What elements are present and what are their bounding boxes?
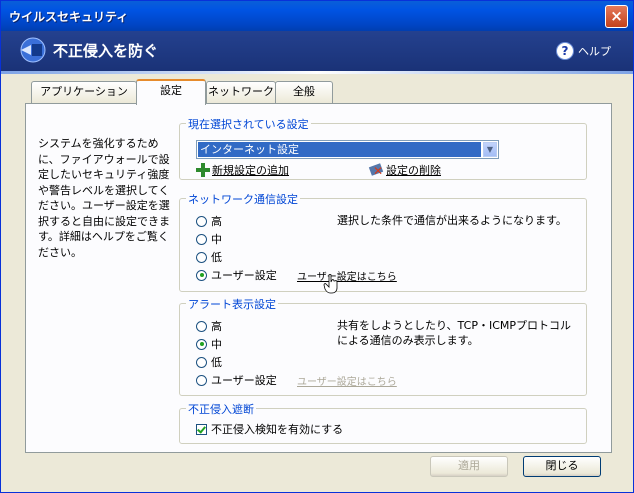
help-label: ヘルプ xyxy=(578,45,611,58)
network-title: ネットワーク通信設定 xyxy=(186,191,300,207)
setting-select-value: インターネット設定 xyxy=(198,142,481,157)
tab-general[interactable]: 全般 xyxy=(275,81,333,103)
network-radio-high[interactable]: 高 xyxy=(196,213,222,229)
radio-label: 中 xyxy=(211,233,222,246)
alert-radio-high[interactable]: 高 xyxy=(196,318,222,334)
network-radio-low[interactable]: 低 xyxy=(196,249,222,265)
radio-label: ユーザー設定 xyxy=(211,374,277,387)
radio-button[interactable] xyxy=(196,251,207,263)
alert-info: 共有をしようとしたり、TCP・ICMPプロトコルによる通信のみ表示します。 xyxy=(337,319,571,347)
block-title: 不正侵入遮断 xyxy=(186,401,256,417)
apply-button[interactable]: 適用 xyxy=(430,456,508,477)
hand-cursor-icon xyxy=(323,274,338,294)
delete-setting-label: 設定の削除 xyxy=(386,164,441,177)
tab-application[interactable]: アプリケーション xyxy=(31,81,137,103)
help-icon: ? xyxy=(556,42,574,60)
network-radio-user[interactable]: ユーザー設定 xyxy=(196,267,277,283)
network-group: ネットワーク通信設定 高 中 低 ユーザー設定 選択した条件で通信が出来るように… xyxy=(179,191,587,294)
close-button[interactable]: × xyxy=(605,5,628,28)
radio-button[interactable] xyxy=(196,233,207,245)
title-bar[interactable]: ウイルスセキュリティ × xyxy=(1,1,633,31)
network-radio-medium[interactable]: 中 xyxy=(196,231,222,247)
radio-button[interactable] xyxy=(196,356,207,368)
radio-label: 低 xyxy=(211,251,222,264)
alert-radio-user[interactable]: ユーザー設定 xyxy=(196,372,277,388)
description-text: システムを強化するために、ファイアウォールで設定したいセキュリティ強度や警告レベ… xyxy=(38,137,170,259)
radio-button[interactable] xyxy=(196,338,207,350)
shield-logo-icon xyxy=(20,37,46,63)
close-dialog-button[interactable]: 閉じる xyxy=(523,456,601,477)
delete-icon: ✕ xyxy=(368,163,384,177)
alert-radio-medium[interactable]: 中 xyxy=(196,336,222,352)
radio-label: 高 xyxy=(211,215,222,228)
add-setting-label: 新規設定の追加 xyxy=(212,164,289,177)
help-link[interactable]: ? ヘルプ xyxy=(556,42,611,60)
radio-label: 高 xyxy=(211,320,222,333)
network-info: 選択した条件で通信が出来るようになります。 xyxy=(337,214,567,227)
intrusion-detection-toggle[interactable]: 不正侵入検知を有効にする xyxy=(196,421,343,437)
header-banner: 不正侵入を防ぐ ? ヘルプ xyxy=(1,31,633,71)
app-window: ウイルスセキュリティ × 不正侵入を防ぐ ? ヘルプ アプリケーション 設定 ネ… xyxy=(0,0,634,493)
close-icon: × xyxy=(610,7,623,25)
tab-settings[interactable]: 設定 xyxy=(136,79,206,105)
radio-label: 低 xyxy=(211,356,222,369)
radio-button[interactable] xyxy=(196,215,207,227)
current-setting-title: 現在選択されている設定 xyxy=(186,116,311,132)
radio-label: ユーザー設定 xyxy=(211,269,277,282)
page-title: 不正侵入を防ぐ xyxy=(53,42,159,60)
alert-title: アラート表示設定 xyxy=(186,296,278,312)
block-group: 不正侵入遮断 不正侵入検知を有効にする xyxy=(179,401,587,444)
radio-button[interactable] xyxy=(196,269,207,281)
checkbox-label: 不正侵入検知を有効にする xyxy=(211,423,344,436)
delete-setting-button[interactable]: ✕ 設定の削除 xyxy=(368,162,441,178)
checkmark-icon[interactable] xyxy=(196,423,207,435)
current-setting-group: 現在選択されている設定 インターネット設定 ▼ 新規設定の追加 ✕ 設定の削除 xyxy=(179,116,587,180)
settings-panel: システムを強化するために、ファイアウォールで設定したいセキュリティ強度や警告レベ… xyxy=(25,103,612,453)
add-plus-icon xyxy=(196,163,210,177)
radio-button[interactable] xyxy=(196,374,207,386)
window-title: ウイルスセキュリティ xyxy=(9,10,129,24)
alert-group: アラート表示設定 高 中 低 ユーザー設定 共有をしようとしたり、TCP・ICM… xyxy=(179,296,587,396)
dropdown-arrow-icon[interactable]: ▼ xyxy=(483,142,497,157)
add-setting-button[interactable]: 新規設定の追加 xyxy=(196,162,289,178)
network-user-link[interactable]: ユーザー設定はこちら xyxy=(297,268,397,283)
alert-user-link: ユーザー設定はこちら xyxy=(297,377,397,388)
tab-network[interactable]: ネットワーク xyxy=(206,81,276,103)
header-divider xyxy=(1,71,633,74)
alert-radio-low[interactable]: 低 xyxy=(196,354,222,370)
radio-label: 中 xyxy=(211,338,222,351)
radio-button[interactable] xyxy=(196,320,207,332)
setting-select[interactable]: インターネット設定 ▼ xyxy=(196,140,499,159)
